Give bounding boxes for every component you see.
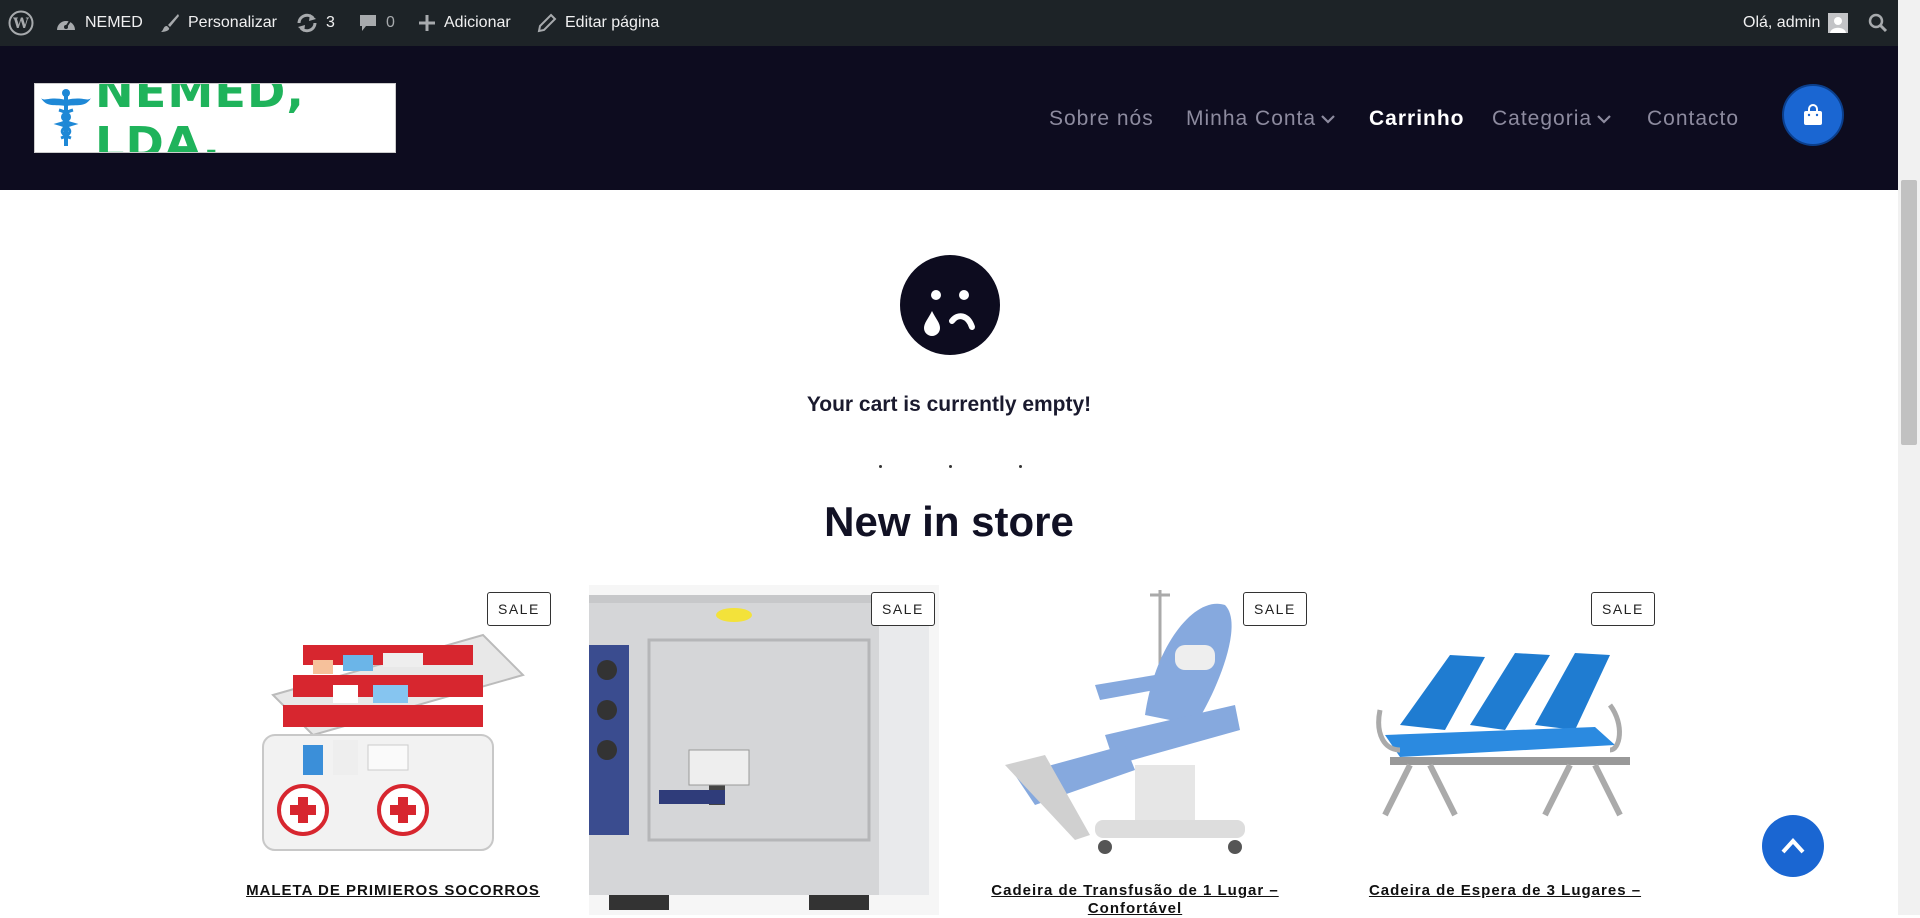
- sale-badge: SALE: [487, 592, 551, 626]
- updates-icon: [296, 13, 318, 33]
- admin-site-name-label: NEMED: [85, 14, 143, 31]
- product-image-waiting-chair[interactable]: [1370, 585, 1645, 915]
- scrollbar-thumb[interactable]: [1901, 180, 1917, 445]
- admin-edit-page[interactable]: Editar página: [537, 0, 659, 46]
- product-title[interactable]: Cadeira de Transfusão de 1 Lugar – Confo…: [955, 882, 1315, 918]
- separator-dot: [879, 465, 882, 468]
- admin-updates[interactable]: 3: [296, 0, 335, 46]
- sale-badge: SALE: [1591, 592, 1655, 626]
- admin-comments[interactable]: 0: [358, 0, 395, 46]
- nav-label: Carrinho: [1369, 107, 1465, 130]
- nav-item-sobre-nos[interactable]: Sobre nós: [1049, 101, 1154, 137]
- comment-icon: [358, 13, 378, 33]
- sale-badge: SALE: [871, 592, 935, 626]
- chevron-down-icon: [1321, 114, 1335, 124]
- paintbrush-icon: [160, 13, 180, 33]
- chevron-down-icon: [1597, 114, 1611, 124]
- shopping-bag-icon: [1801, 103, 1825, 127]
- chevron-up-icon: [1780, 837, 1806, 855]
- nav-label: Sobre nós: [1049, 107, 1154, 130]
- wordpress-logo-icon[interactable]: W: [8, 0, 34, 46]
- avatar: [1828, 13, 1849, 33]
- pencil-icon: [537, 13, 557, 33]
- nav-item-contacto[interactable]: Contacto: [1647, 101, 1739, 137]
- nav-item-minha-conta[interactable]: Minha Conta: [1186, 101, 1335, 137]
- separator-dot: [1019, 465, 1022, 468]
- scrollbar-track[interactable]: [1898, 0, 1920, 915]
- plus-icon: [418, 14, 436, 32]
- product-image-transfusion-chair[interactable]: [995, 585, 1275, 915]
- admin-account[interactable]: Olá, admin: [1743, 0, 1849, 46]
- admin-add-new-label: Adicionar: [444, 14, 511, 31]
- nav-label: Contacto: [1647, 107, 1740, 130]
- logo-text: NEMED, LDA.: [95, 83, 305, 153]
- admin-search-icon[interactable]: [1868, 0, 1888, 46]
- nav-item-carrinho[interactable]: Carrinho: [1369, 101, 1465, 137]
- sad-face-icon: [900, 255, 1000, 355]
- admin-comments-count: 0: [386, 14, 395, 31]
- product-title[interactable]: MALETA DE PRIMIEROS SOCORROS: [213, 882, 573, 900]
- product-image-first-aid-kit[interactable]: [243, 585, 543, 915]
- dashboard-icon: [55, 14, 77, 32]
- admin-site-name[interactable]: NEMED: [55, 0, 143, 46]
- product-image-autoclave[interactable]: [589, 585, 939, 915]
- section-heading: New in store: [824, 498, 1074, 545]
- admin-add-new[interactable]: Adicionar: [418, 0, 511, 46]
- product-title[interactable]: Cadeira de Espera de 3 Lugares –: [1330, 882, 1680, 900]
- nav-label: Categoria: [1492, 107, 1593, 130]
- site-logo[interactable]: NEMED, LDA.: [34, 83, 396, 153]
- cart-button[interactable]: [1782, 84, 1844, 146]
- caduceus-icon: [41, 88, 91, 148]
- nav-label: Minha Conta: [1186, 107, 1317, 130]
- admin-customize[interactable]: Personalizar: [160, 0, 277, 46]
- back-to-top-button[interactable]: [1762, 815, 1824, 877]
- nav-item-categoria[interactable]: Categoria: [1492, 101, 1611, 137]
- admin-updates-count: 3: [326, 14, 335, 31]
- sale-badge: SALE: [1243, 592, 1307, 626]
- admin-bar: W NEMED Personalizar 3 0 Adicionar Edita…: [0, 0, 1920, 46]
- admin-greeting: Olá, admin: [1743, 14, 1821, 31]
- site-header: NEMED, LDA. Sobre nós Minha Conta Carrin…: [0, 46, 1898, 190]
- svg-text:W: W: [12, 16, 29, 32]
- admin-edit-page-label: Editar página: [565, 14, 660, 31]
- admin-customize-label: Personalizar: [188, 14, 277, 31]
- separator-dot: [949, 465, 952, 468]
- empty-cart-message: Your cart is currently empty!: [806, 393, 1092, 416]
